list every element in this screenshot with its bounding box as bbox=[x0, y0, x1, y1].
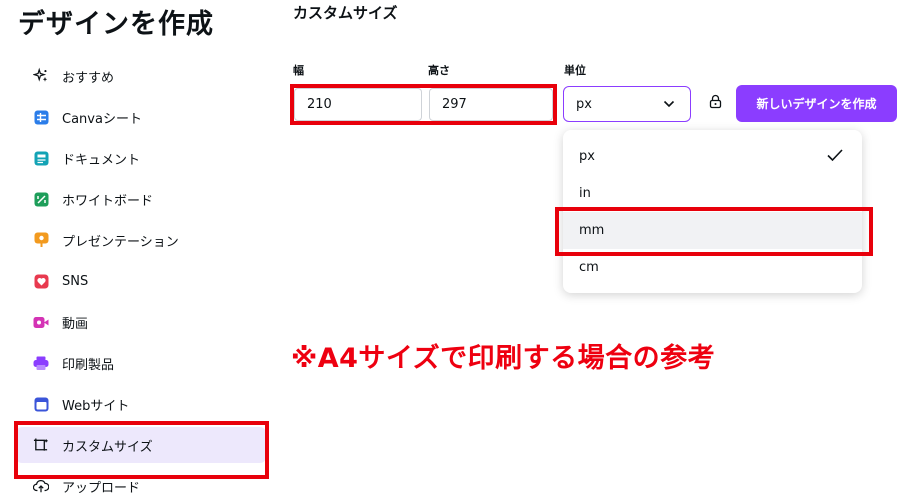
sidebar-item-canva-sheet[interactable]: Canvaシート bbox=[16, 99, 266, 135]
sparkle-icon bbox=[33, 67, 49, 84]
sidebar-item-label: アップロード bbox=[62, 480, 141, 496]
lock-icon[interactable] bbox=[709, 94, 722, 113]
annotation-text: ※A4サイズで印刷する場合の参考 bbox=[291, 343, 716, 374]
option-label: in bbox=[579, 186, 591, 201]
unit-option-mm[interactable]: mm bbox=[563, 212, 862, 249]
sidebar-item-custom-size[interactable]: カスタムサイズ bbox=[16, 427, 266, 463]
chevron-down-icon bbox=[662, 97, 676, 115]
height-label: 高さ bbox=[428, 64, 450, 77]
unit-dropdown-menu: px in mm cm bbox=[563, 130, 862, 293]
option-label: px bbox=[579, 149, 595, 164]
printer-icon bbox=[33, 355, 49, 371]
sidebar-item-label: Canvaシート bbox=[62, 111, 142, 127]
sidebar-item-label: Webサイト bbox=[62, 398, 130, 414]
heart-icon bbox=[33, 273, 49, 289]
unit-label: 単位 bbox=[564, 64, 586, 77]
sidebar-item-label: プレゼンテーション bbox=[62, 234, 179, 250]
document-icon bbox=[33, 150, 49, 166]
sidebar-item-website[interactable]: Webサイト bbox=[16, 386, 266, 422]
sidebar-item-presentation[interactable]: プレゼンテーション bbox=[16, 222, 266, 258]
create-new-design-button[interactable]: 新しいデザインを作成 bbox=[736, 85, 897, 122]
upload-icon bbox=[33, 478, 49, 494]
presentation-icon bbox=[33, 232, 49, 248]
check-icon bbox=[826, 147, 844, 167]
unit-select[interactable]: px bbox=[563, 86, 691, 122]
option-label: cm bbox=[579, 260, 599, 275]
page-title: デザインを作成 bbox=[18, 9, 214, 40]
sidebar-nav: おすすめ Canvaシート ドキュメント ホワイトボード プレゼンテーション S… bbox=[16, 58, 266, 503]
section-title: カスタムサイズ bbox=[293, 4, 398, 22]
height-input[interactable] bbox=[429, 88, 553, 121]
option-label: mm bbox=[579, 223, 605, 238]
unit-select-value: px bbox=[576, 96, 592, 112]
width-input[interactable] bbox=[294, 88, 422, 121]
sidebar-item-recommended[interactable]: おすすめ bbox=[16, 58, 266, 94]
sidebar-item-label: 印刷製品 bbox=[62, 357, 115, 373]
sidebar-item-print[interactable]: 印刷製品 bbox=[16, 345, 266, 381]
whiteboard-icon bbox=[33, 191, 49, 207]
sidebar-item-upload[interactable]: アップロード bbox=[16, 468, 266, 503]
sheet-icon bbox=[33, 109, 49, 125]
unit-option-in[interactable]: in bbox=[563, 175, 862, 212]
sidebar-item-sns[interactable]: SNS bbox=[16, 263, 266, 299]
custom-size-icon bbox=[33, 437, 49, 453]
sidebar-item-label: カスタムサイズ bbox=[62, 439, 153, 455]
width-label: 幅 bbox=[293, 64, 304, 77]
unit-option-px[interactable]: px bbox=[563, 138, 862, 175]
sidebar-item-label: 動画 bbox=[62, 316, 89, 332]
browser-icon bbox=[33, 396, 49, 412]
sidebar-item-label: ドキュメント bbox=[62, 152, 141, 168]
sidebar-item-label: おすすめ bbox=[62, 70, 115, 86]
sidebar-item-document[interactable]: ドキュメント bbox=[16, 140, 266, 176]
unit-option-cm[interactable]: cm bbox=[563, 249, 862, 286]
video-icon bbox=[33, 314, 49, 330]
sidebar-item-video[interactable]: 動画 bbox=[16, 304, 266, 340]
sidebar-item-label: SNS bbox=[62, 273, 89, 289]
sidebar-item-label: ホワイトボード bbox=[62, 193, 154, 209]
sidebar-item-whiteboard[interactable]: ホワイトボード bbox=[16, 181, 266, 217]
